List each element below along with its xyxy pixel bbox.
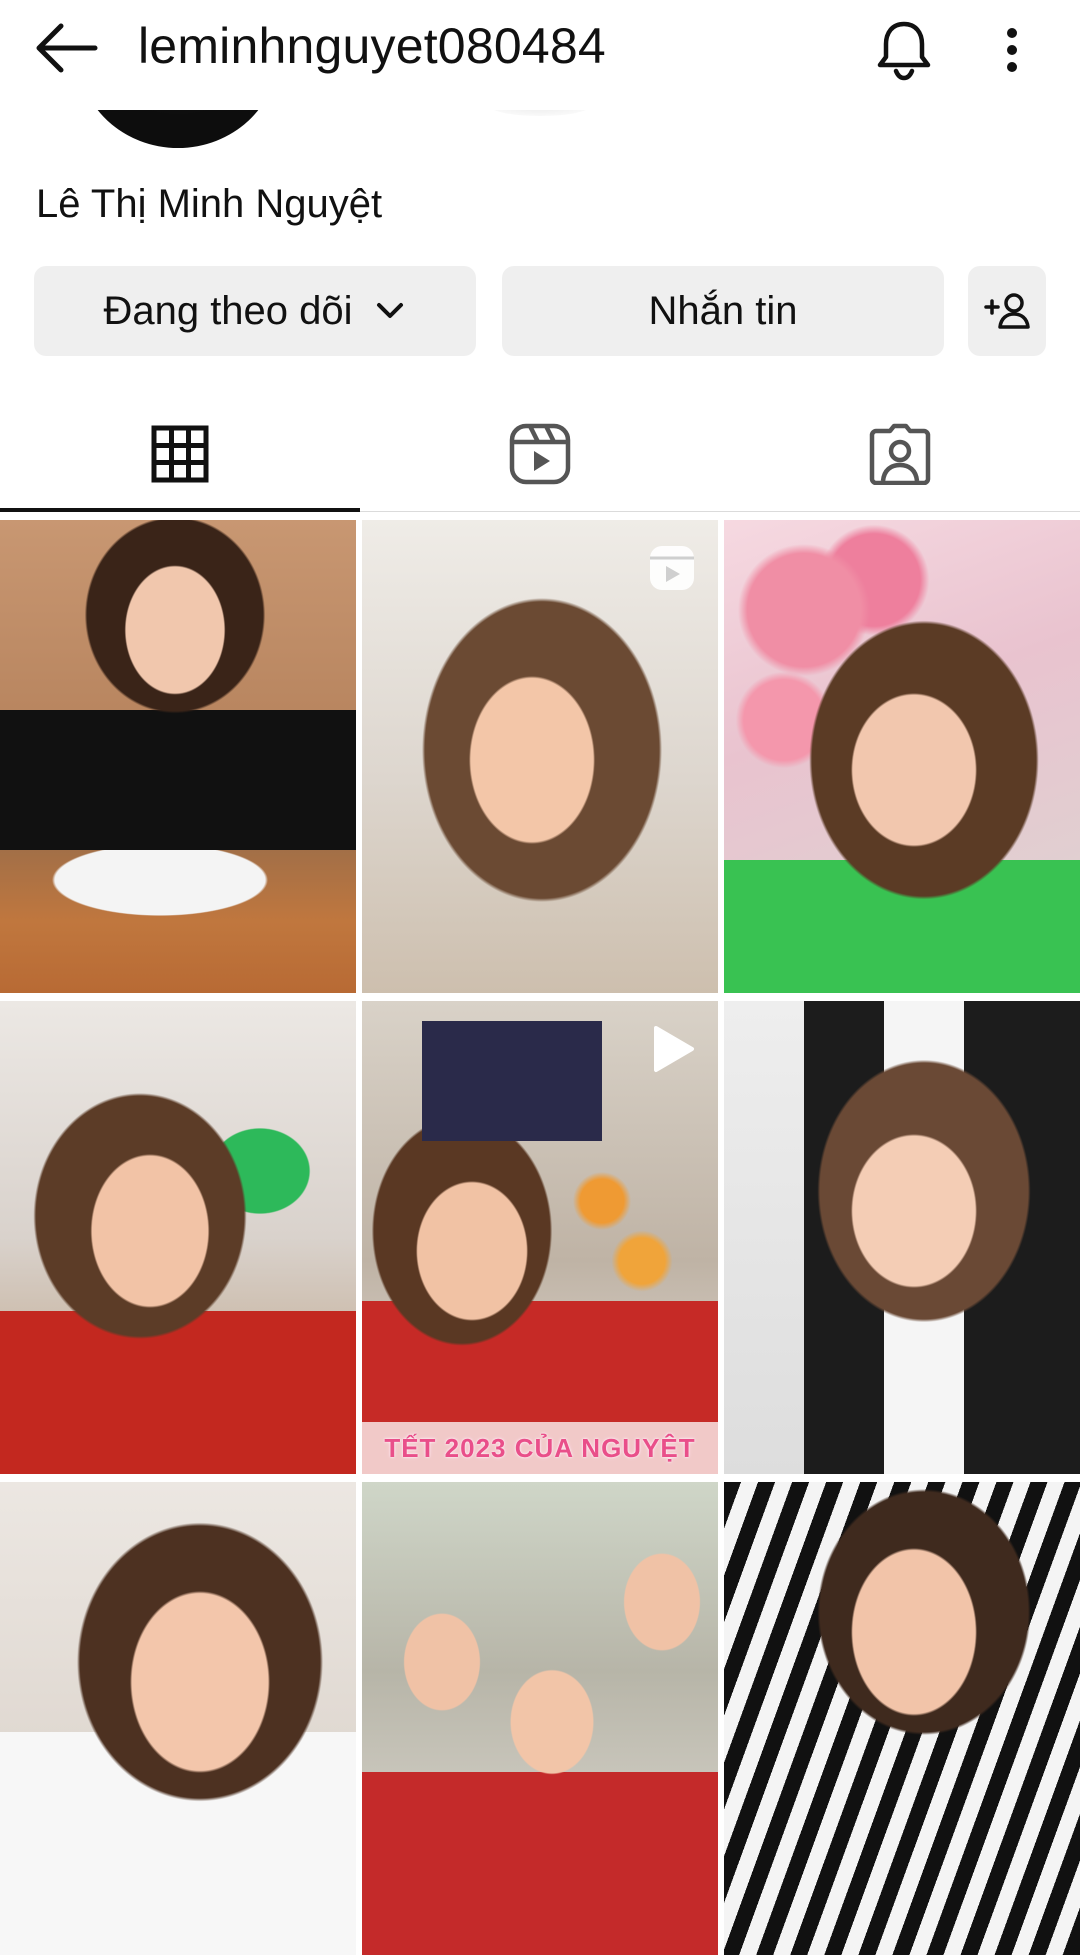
grid-post-8[interactable] [362,1482,718,1955]
grid-post-7[interactable] [0,1482,356,1955]
grid-post-4[interactable] [0,1001,356,1474]
tagged-person-icon [869,423,931,485]
tab-reels[interactable] [360,394,720,514]
message-button[interactable]: Nhắn tin [502,266,944,356]
profile-full-name: Lê Thị Minh Nguyệt [36,182,383,226]
play-icon [646,1023,698,1075]
bell-icon [877,21,931,81]
grid-post-9[interactable] [724,1482,1080,1955]
posts-grid: TẾT 2023 CỦA NGUYỆT [0,520,1080,1955]
more-vertical-icon [1007,28,1017,72]
top-app-bar: leminhnguyet080484 [0,0,1080,110]
suggested-people-button[interactable] [968,266,1046,356]
following-label: Đang theo dõi [103,288,353,333]
profile-username: leminhnguyet080484 [138,18,606,74]
profile-tabs [0,394,1080,514]
chevron-down-icon [373,294,407,328]
grid-icon [151,425,209,483]
add-person-icon [984,293,1030,329]
back-button[interactable] [30,20,102,76]
grid-post-5[interactable]: TẾT 2023 CỦA NGUYỆT [362,1001,718,1474]
grid-post-3[interactable] [724,520,1080,993]
grid-post-6[interactable] [724,1001,1080,1474]
more-options-button[interactable] [976,14,1048,86]
reels-badge-icon [646,542,698,594]
grid-post-1[interactable] [0,520,356,993]
following-button[interactable]: Đang theo dõi [34,266,476,356]
reels-icon [509,423,571,485]
tab-posts[interactable] [0,394,360,514]
arrow-left-icon [36,23,98,73]
grid-post-2[interactable] [362,520,718,993]
active-tab-indicator [0,508,360,512]
notifications-button[interactable] [868,14,940,86]
post-caption-overlay: TẾT 2023 CỦA NGUYỆT [384,1433,696,1463]
message-label: Nhắn tin [648,288,798,333]
tab-tagged[interactable] [720,394,1080,514]
